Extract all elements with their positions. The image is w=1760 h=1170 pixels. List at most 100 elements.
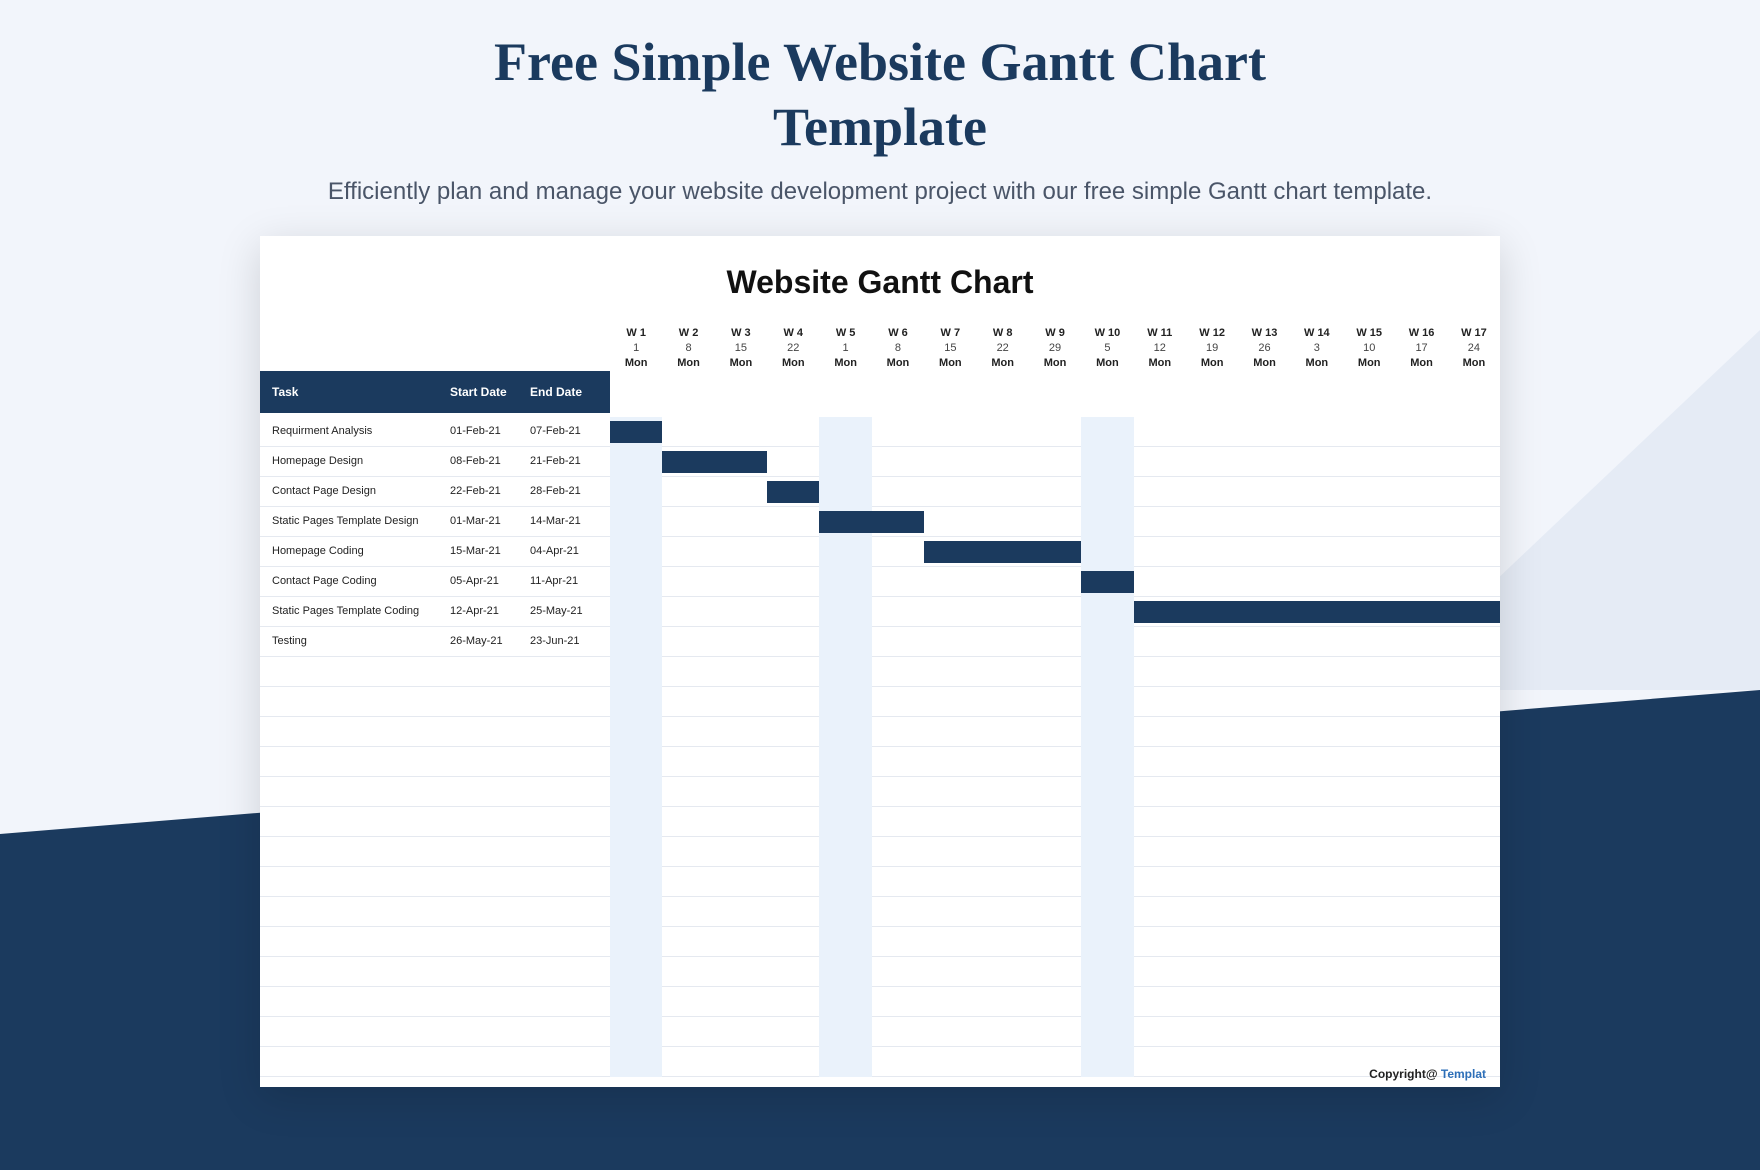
task-start: 01-Feb-21 <box>450 425 530 437</box>
task-start: 01-Mar-21 <box>450 515 530 527</box>
task-start: 15-Mar-21 <box>450 545 530 557</box>
week-label: W 5 <box>819 325 871 341</box>
week-day: Mon <box>1291 355 1343 371</box>
task-start: 08-Feb-21 <box>450 455 530 467</box>
gantt-bar <box>819 511 924 533</box>
week-date: 8 <box>872 341 924 355</box>
week-col-7: W 715Mon <box>924 325 976 417</box>
header-start: Start Date <box>450 371 530 413</box>
week-col-9: W 929Mon <box>1029 325 1081 417</box>
week-label: W 8 <box>977 325 1029 341</box>
gantt-bar <box>610 421 662 443</box>
page-subtitle: Efficiently plan and manage your website… <box>0 178 1760 206</box>
gantt-card: Website Gantt Chart Task Start Date End … <box>260 236 1500 1087</box>
week-day: Mon <box>662 355 714 371</box>
week-label: W 14 <box>1291 325 1343 341</box>
week-date: 12 <box>1134 341 1186 355</box>
week-day: Mon <box>1134 355 1186 371</box>
week-date: 19 <box>1186 341 1238 355</box>
week-col-17: W 1724Mon <box>1448 325 1500 417</box>
week-day: Mon <box>1081 355 1133 371</box>
week-day: Mon <box>977 355 1029 371</box>
week-date: 1 <box>610 341 662 355</box>
week-day: Mon <box>872 355 924 371</box>
task-name: Requirment Analysis <box>260 425 450 437</box>
week-col-14: W 143Mon <box>1291 325 1343 417</box>
week-date: 24 <box>1448 341 1500 355</box>
task-end: 04-Apr-21 <box>530 545 610 557</box>
task-start: 26-May-21 <box>450 635 530 647</box>
task-end: 11-Apr-21 <box>530 575 610 587</box>
week-date: 22 <box>977 341 1029 355</box>
week-col-13: W 1326Mon <box>1238 325 1290 417</box>
week-col-15: W 1510Mon <box>1343 325 1395 417</box>
week-day: Mon <box>1186 355 1238 371</box>
week-date: 10 <box>1343 341 1395 355</box>
week-label: W 3 <box>715 325 767 341</box>
task-name: Homepage Coding <box>260 545 450 557</box>
week-label: W 13 <box>1238 325 1290 341</box>
task-end: 14-Mar-21 <box>530 515 610 527</box>
task-name: Contact Page Coding <box>260 575 450 587</box>
week-label: W 15 <box>1343 325 1395 341</box>
week-day: Mon <box>1395 355 1447 371</box>
task-name: Static Pages Template Coding <box>260 605 450 617</box>
week-col-10: W 105Mon <box>1081 325 1133 417</box>
header-task: Task <box>260 371 450 413</box>
page-title: Free Simple Website Gantt Chart Template <box>430 30 1330 160</box>
week-day: Mon <box>924 355 976 371</box>
week-day: Mon <box>715 355 767 371</box>
week-label: W 6 <box>872 325 924 341</box>
week-col-1: W 11Mon <box>610 325 662 417</box>
week-col-16: W 1617Mon <box>1395 325 1447 417</box>
task-name: Static Pages Template Design <box>260 515 450 527</box>
week-label: W 7 <box>924 325 976 341</box>
task-end: 25-May-21 <box>530 605 610 617</box>
week-date: 17 <box>1395 341 1447 355</box>
week-day: Mon <box>1343 355 1395 371</box>
highlight-col <box>610 417 662 1077</box>
week-date: 26 <box>1238 341 1290 355</box>
task-name: Contact Page Design <box>260 485 450 497</box>
gantt-bar <box>662 451 767 473</box>
card-title: Website Gantt Chart <box>260 264 1500 301</box>
week-label: W 16 <box>1395 325 1447 341</box>
task-end: 21-Feb-21 <box>530 455 610 467</box>
header-end: End Date <box>530 371 610 413</box>
week-date: 29 <box>1029 341 1081 355</box>
week-day: Mon <box>1448 355 1500 371</box>
week-day: Mon <box>1029 355 1081 371</box>
week-label: W 12 <box>1186 325 1238 341</box>
week-col-12: W 1219Mon <box>1186 325 1238 417</box>
gantt-bar <box>1081 571 1133 593</box>
task-name: Testing <box>260 635 450 647</box>
week-header: W 11MonW 28MonW 315MonW 422MonW 51MonW 6… <box>610 325 1500 417</box>
week-label: W 9 <box>1029 325 1081 341</box>
week-col-4: W 422Mon <box>767 325 819 417</box>
week-col-3: W 315Mon <box>715 325 767 417</box>
gantt-bar <box>1134 601 1500 623</box>
task-name: Homepage Design <box>260 455 450 467</box>
gantt-header: Task Start Date End Date W 11MonW 28MonW… <box>260 325 1500 417</box>
week-date: 1 <box>819 341 871 355</box>
highlight-col <box>1081 417 1133 1077</box>
week-col-8: W 822Mon <box>977 325 1029 417</box>
task-end: 28-Feb-21 <box>530 485 610 497</box>
week-col-6: W 68Mon <box>872 325 924 417</box>
week-date: 15 <box>924 341 976 355</box>
week-label: W 17 <box>1448 325 1500 341</box>
task-end: 07-Feb-21 <box>530 425 610 437</box>
week-label: W 11 <box>1134 325 1186 341</box>
task-start: 12-Apr-21 <box>450 605 530 617</box>
week-col-11: W 1112Mon <box>1134 325 1186 417</box>
gantt-body: Requirment Analysis01-Feb-2107-Feb-21 Hom… <box>260 417 1500 1077</box>
week-day: Mon <box>1238 355 1290 371</box>
week-date: 15 <box>715 341 767 355</box>
gantt-bar <box>924 541 1081 563</box>
week-date: 3 <box>1291 341 1343 355</box>
week-col-5: W 51Mon <box>819 325 871 417</box>
week-day: Mon <box>610 355 662 371</box>
task-end: 23-Jun-21 <box>530 635 610 647</box>
week-day: Mon <box>767 355 819 371</box>
week-date: 5 <box>1081 341 1133 355</box>
